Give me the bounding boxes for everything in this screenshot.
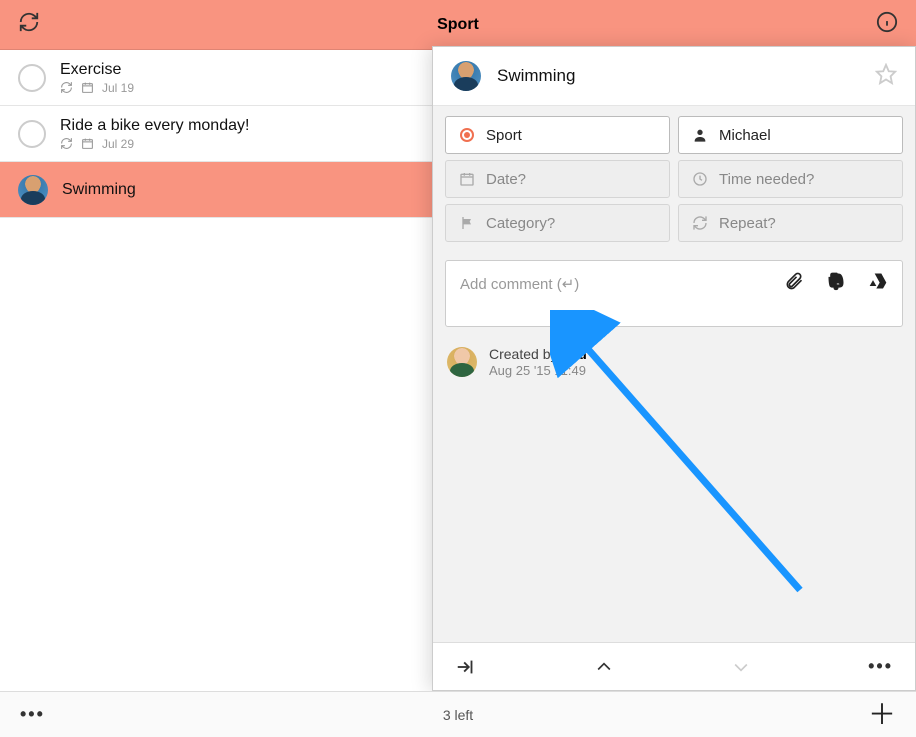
list-field-label: Sport [486, 127, 522, 144]
repeat-icon [60, 81, 73, 94]
star-icon [875, 63, 897, 85]
list-field[interactable]: Sport [445, 116, 670, 154]
move-right-icon [455, 656, 477, 678]
list-color-icon [460, 128, 474, 142]
main-footer: ••• 3 left ＋ [0, 691, 916, 737]
task-date: Jul 29 [102, 137, 134, 151]
task-checkbox[interactable] [18, 64, 46, 92]
created-info: Created by You Aug 25 '15 11:49 [445, 345, 903, 378]
clock-icon [691, 170, 709, 188]
info-button[interactable] [876, 11, 898, 38]
prev-button[interactable] [594, 657, 614, 677]
person-icon [691, 126, 709, 144]
detail-footer: ••• [433, 642, 915, 690]
avatar [18, 175, 48, 205]
repeat-field[interactable]: Repeat? [678, 204, 903, 242]
header-bar: Sport [0, 0, 916, 50]
next-button[interactable] [731, 657, 751, 677]
attachment-button[interactable] [784, 271, 804, 296]
calendar-icon [81, 81, 94, 94]
date-label: Date? [486, 171, 526, 188]
evernote-icon [826, 271, 846, 291]
avatar[interactable] [451, 61, 481, 91]
header-title: Sport [437, 16, 479, 34]
comment-placeholder: Add comment (↵) [460, 275, 579, 293]
star-button[interactable] [875, 63, 897, 90]
more-button[interactable]: ••• [20, 704, 45, 725]
calendar-icon [458, 170, 476, 188]
category-field[interactable]: Category? [445, 204, 670, 242]
task-checkbox[interactable] [18, 120, 46, 148]
detail-body: Sport Michael Date? Time needed? [433, 106, 915, 642]
detail-header: Swimming [433, 47, 915, 106]
assignee-field[interactable]: Michael [678, 116, 903, 154]
avatar [447, 347, 477, 377]
created-at: Aug 25 '15 11:49 [489, 363, 587, 378]
date-field[interactable]: Date? [445, 160, 670, 198]
chevron-up-icon [594, 657, 614, 677]
add-task-button[interactable]: ＋ [868, 701, 896, 729]
info-icon [876, 11, 898, 33]
detail-title[interactable]: Swimming [497, 66, 859, 86]
calendar-icon [81, 137, 94, 150]
category-label: Category? [486, 215, 555, 232]
detail-more-button[interactable]: ••• [868, 656, 893, 677]
time-field[interactable]: Time needed? [678, 160, 903, 198]
items-left: 3 left [443, 707, 473, 723]
repeat-icon [60, 137, 73, 150]
comment-box[interactable]: Add comment (↵) [445, 260, 903, 327]
sync-icon [18, 11, 40, 33]
chevron-down-icon [731, 657, 751, 677]
flag-icon [458, 214, 476, 232]
task-detail-panel: Swimming Sport Michael Date? [432, 46, 916, 691]
evernote-button[interactable] [826, 271, 846, 296]
sync-button[interactable] [18, 11, 40, 38]
paperclip-icon [784, 271, 804, 291]
assignee-label: Michael [719, 127, 771, 144]
time-label: Time needed? [719, 171, 814, 188]
move-to-button[interactable] [455, 656, 477, 678]
repeat-icon [691, 214, 709, 232]
repeat-label: Repeat? [719, 215, 776, 232]
created-by-text: Created by You [489, 345, 587, 363]
task-date: Jul 19 [102, 81, 134, 95]
drive-button[interactable] [868, 271, 888, 296]
google-drive-icon [868, 271, 888, 291]
